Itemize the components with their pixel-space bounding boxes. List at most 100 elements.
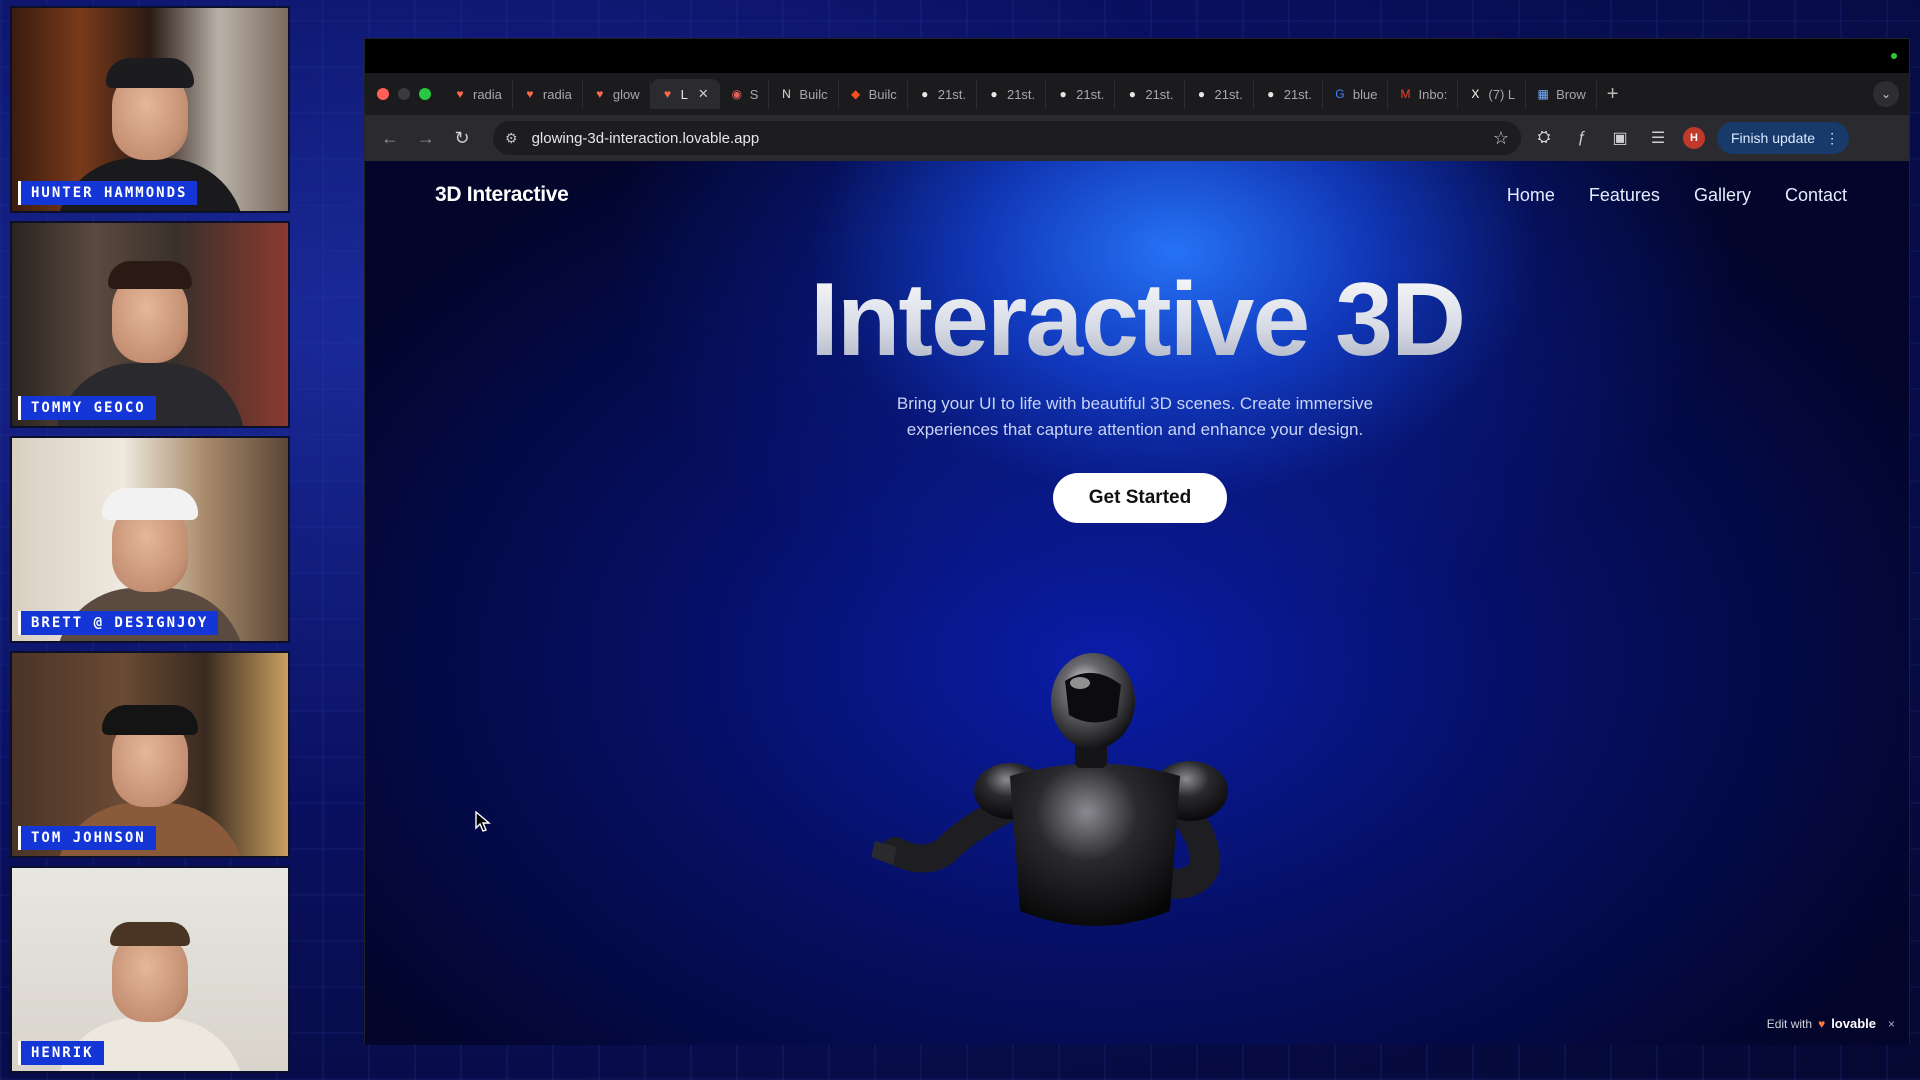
browser-tab[interactable]: X (7) L (1458, 79, 1527, 109)
site-navigation: Home Features Gallery Contact (1507, 185, 1847, 206)
notion-icon: N (782, 87, 791, 101)
more-menu-icon[interactable]: ⋮ (1825, 130, 1839, 147)
browser-tab[interactable]: ● 21st. (1115, 79, 1185, 109)
participant-name-label: BRETT @ DESIGNJOY (18, 611, 219, 635)
browser-tab[interactable]: ● 21st. (1046, 79, 1116, 109)
browser-tab[interactable]: N Builc (769, 79, 839, 109)
hero-subtitle: Bring your UI to life with beautiful 3D … (896, 394, 1374, 439)
browser-tab[interactable]: ♥ radia (513, 79, 583, 109)
browser-tab[interactable]: ♥ L ✕ (650, 79, 720, 109)
nav-link-home[interactable]: Home (1507, 185, 1555, 206)
nav-link-contact[interactable]: Contact (1785, 185, 1847, 206)
new-tab-button[interactable]: + (1607, 83, 1619, 106)
tab-label: Builc (799, 86, 828, 102)
close-window-button[interactable] (377, 88, 389, 100)
participant-tile-tommy: TOMMY GEOCO (10, 221, 290, 428)
tab-list: ♥ radia ♥ radia ♥ glow ♥ L ✕ ◉ S N Builc ◆ Builc ● 21st.… (443, 79, 1597, 109)
participant-tile-brett: BRETT @ DESIGNJOY (10, 436, 290, 643)
site-settings-icon[interactable]: ⚙ (505, 130, 518, 147)
browser-tab[interactable]: ● 21st. (1185, 79, 1254, 109)
tab-label: (7) L (1488, 86, 1516, 102)
tab-label: radia (542, 86, 572, 102)
edit-with-lovable-badge[interactable]: Edit with ♥ lovable × (1767, 1016, 1895, 1031)
minimize-window-button[interactable] (398, 88, 410, 100)
badge-brand: lovable (1831, 1016, 1876, 1031)
x-icon: X (1471, 87, 1480, 101)
back-button[interactable]: ← (375, 123, 405, 153)
browser-tab[interactable]: ● 21st. (1254, 79, 1323, 109)
tab-label: 21st. (1006, 86, 1036, 102)
dot-icon: ● (921, 87, 929, 101)
dot-icon: ● (990, 87, 998, 101)
function-extension-icon[interactable]: ƒ (1567, 123, 1597, 153)
browser-tab[interactable]: ● 21st. (977, 79, 1047, 109)
reading-list-icon[interactable]: ☰ (1643, 123, 1673, 153)
heart-icon: ♥ (664, 87, 672, 101)
tab-label: Brow (1556, 86, 1586, 102)
participant-tile-henrik: HENRIK (10, 866, 290, 1073)
reload-button[interactable]: ↻ (447, 123, 477, 153)
page-viewport: 3D Interactive Home Features Gallery Con… (365, 161, 1909, 1045)
address-bar[interactable]: ⚙ glowing-3d-interaction.lovable.app ☆ (493, 121, 1521, 155)
dot-icon: ● (1197, 87, 1206, 101)
robot-3d-illustration[interactable] (835, 651, 1335, 971)
browser-tab[interactable]: ♥ glow (583, 79, 651, 109)
tab-label: Inbo: (1418, 86, 1448, 102)
tab-label: radia (473, 86, 502, 102)
heart-icon: ♥ (456, 87, 464, 101)
site-logo[interactable]: 3D Interactive (435, 183, 569, 207)
nav-link-features[interactable]: Features (1589, 185, 1660, 206)
participant-tile-tom: TOM JOHNSON (10, 651, 290, 858)
dot-icon: ● (1128, 87, 1136, 101)
tab-strip: ♥ radia ♥ radia ♥ glow ♥ L ✕ ◉ S N Builc ◆ Builc ● 21st.… (365, 73, 1909, 115)
tab-label: S (749, 86, 759, 102)
tab-label: L (680, 86, 688, 102)
heart-icon: ♥ (596, 87, 604, 101)
dot-icon: ● (1059, 87, 1067, 101)
bookmark-star-icon[interactable]: ☆ (1493, 128, 1509, 149)
participant-name-label: HENRIK (18, 1041, 104, 1065)
dot-icon: ● (1267, 87, 1275, 101)
tab-label: 21st. (1076, 86, 1105, 102)
url-text[interactable]: glowing-3d-interaction.lovable.app (532, 130, 1493, 147)
participant-tile-hunter: HUNTER HAMMONDS (10, 6, 290, 213)
participant-name-label: TOMMY GEOCO (18, 396, 156, 420)
grid-icon: ▦ (1537, 87, 1549, 101)
nav-link-gallery[interactable]: Gallery (1694, 185, 1751, 206)
tab-label: 21st. (937, 86, 966, 102)
badge-close-button[interactable]: × (1888, 1017, 1895, 1031)
browser-tab[interactable]: Gblue (1323, 79, 1389, 109)
window-controls (377, 88, 431, 100)
tab-label: 21st. (1145, 86, 1174, 102)
browser-tab[interactable]: M Inbo: (1388, 79, 1459, 109)
browser-tab[interactable]: ◉ S (720, 79, 770, 109)
heart-icon: ♥ (526, 87, 534, 101)
browser-tab[interactable]: ♥ radia (443, 79, 513, 109)
record-icon: ◉ (731, 87, 742, 101)
get-started-button[interactable]: Get Started (1053, 473, 1227, 523)
profile-avatar[interactable]: H (1683, 127, 1705, 149)
finish-update-button[interactable]: Finish update ⋮ (1717, 122, 1850, 154)
participant-video-column: HUNTER HAMMONDS TOMMY GEOCO BRETT @ DESI… (10, 6, 290, 1076)
close-tab-icon[interactable]: ✕ (698, 86, 709, 102)
participant-name-label: HUNTER HAMMONDS (18, 181, 198, 205)
browser-tab[interactable]: ▦ Brow (1526, 79, 1597, 109)
mouse-cursor-icon (475, 811, 491, 832)
tab-search-button[interactable]: ⌄ (1873, 81, 1899, 107)
maximize-window-button[interactable] (419, 88, 431, 100)
forward-button[interactable]: → (411, 123, 441, 153)
badge-prefix: Edit with (1766, 1016, 1813, 1031)
window-titlebar (365, 39, 1909, 73)
gmail-icon: M (1400, 87, 1411, 101)
hero-title: Interactive 3D (365, 261, 1909, 380)
figma-icon: ◆ (850, 87, 861, 101)
tab-label: glow (612, 86, 640, 102)
tab-label: 21st. (1214, 86, 1243, 102)
puzzle-extensions-icon[interactable]: ▣ (1605, 123, 1635, 153)
browser-window: ♥ radia ♥ radia ♥ glow ♥ L ✕ ◉ S N Builc ◆ Builc ● 21st.… (364, 38, 1910, 1045)
browser-tab[interactable]: ● 21st. (908, 79, 977, 109)
extension-icon[interactable]: ⛭ (1529, 123, 1559, 153)
google-icon: G (1335, 87, 1345, 101)
browser-tab[interactable]: ◆ Builc (839, 79, 908, 109)
status-indicator-dot (1891, 53, 1897, 59)
